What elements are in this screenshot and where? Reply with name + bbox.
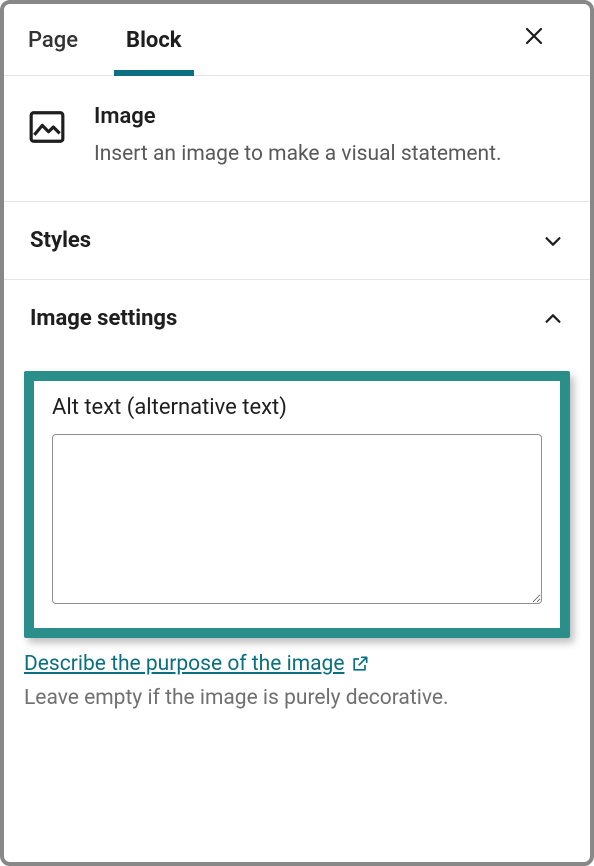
alt-text-input[interactable] — [52, 434, 542, 604]
section-image-settings-header[interactable]: Image settings — [4, 280, 590, 357]
section-styles-title: Styles — [30, 228, 91, 253]
external-link-icon — [350, 654, 370, 674]
image-settings-body: Alt text (alternative text) Describe the… — [4, 357, 590, 741]
close-icon — [522, 24, 546, 48]
settings-panel: Page Block Image Insert an image to make… — [0, 0, 594, 866]
block-description: Insert an image to make a visual stateme… — [94, 139, 502, 169]
alt-text-label: Alt text (alternative text) — [52, 395, 542, 420]
close-button[interactable] — [510, 12, 558, 67]
section-image-settings: Image settings Alt text (alternative tex… — [4, 280, 590, 741]
chevron-up-icon — [542, 308, 564, 330]
alt-help-link[interactable]: Describe the purpose of the image — [24, 652, 370, 676]
section-styles: Styles — [4, 202, 590, 280]
section-image-settings-title: Image settings — [30, 306, 177, 331]
tab-block[interactable]: Block — [102, 4, 206, 75]
image-icon — [28, 108, 66, 146]
alt-help-link-text: Describe the purpose of the image — [24, 652, 344, 676]
block-info: Image Insert an image to make a visual s… — [4, 76, 590, 202]
alt-help-text: Leave empty if the image is purely decor… — [24, 684, 570, 713]
section-styles-header[interactable]: Styles — [4, 202, 590, 279]
alt-text-highlight: Alt text (alternative text) — [24, 371, 570, 638]
block-title: Image — [94, 104, 502, 129]
tabs: Page Block — [4, 4, 590, 76]
tab-page[interactable]: Page — [4, 4, 102, 75]
chevron-down-icon — [542, 230, 564, 252]
